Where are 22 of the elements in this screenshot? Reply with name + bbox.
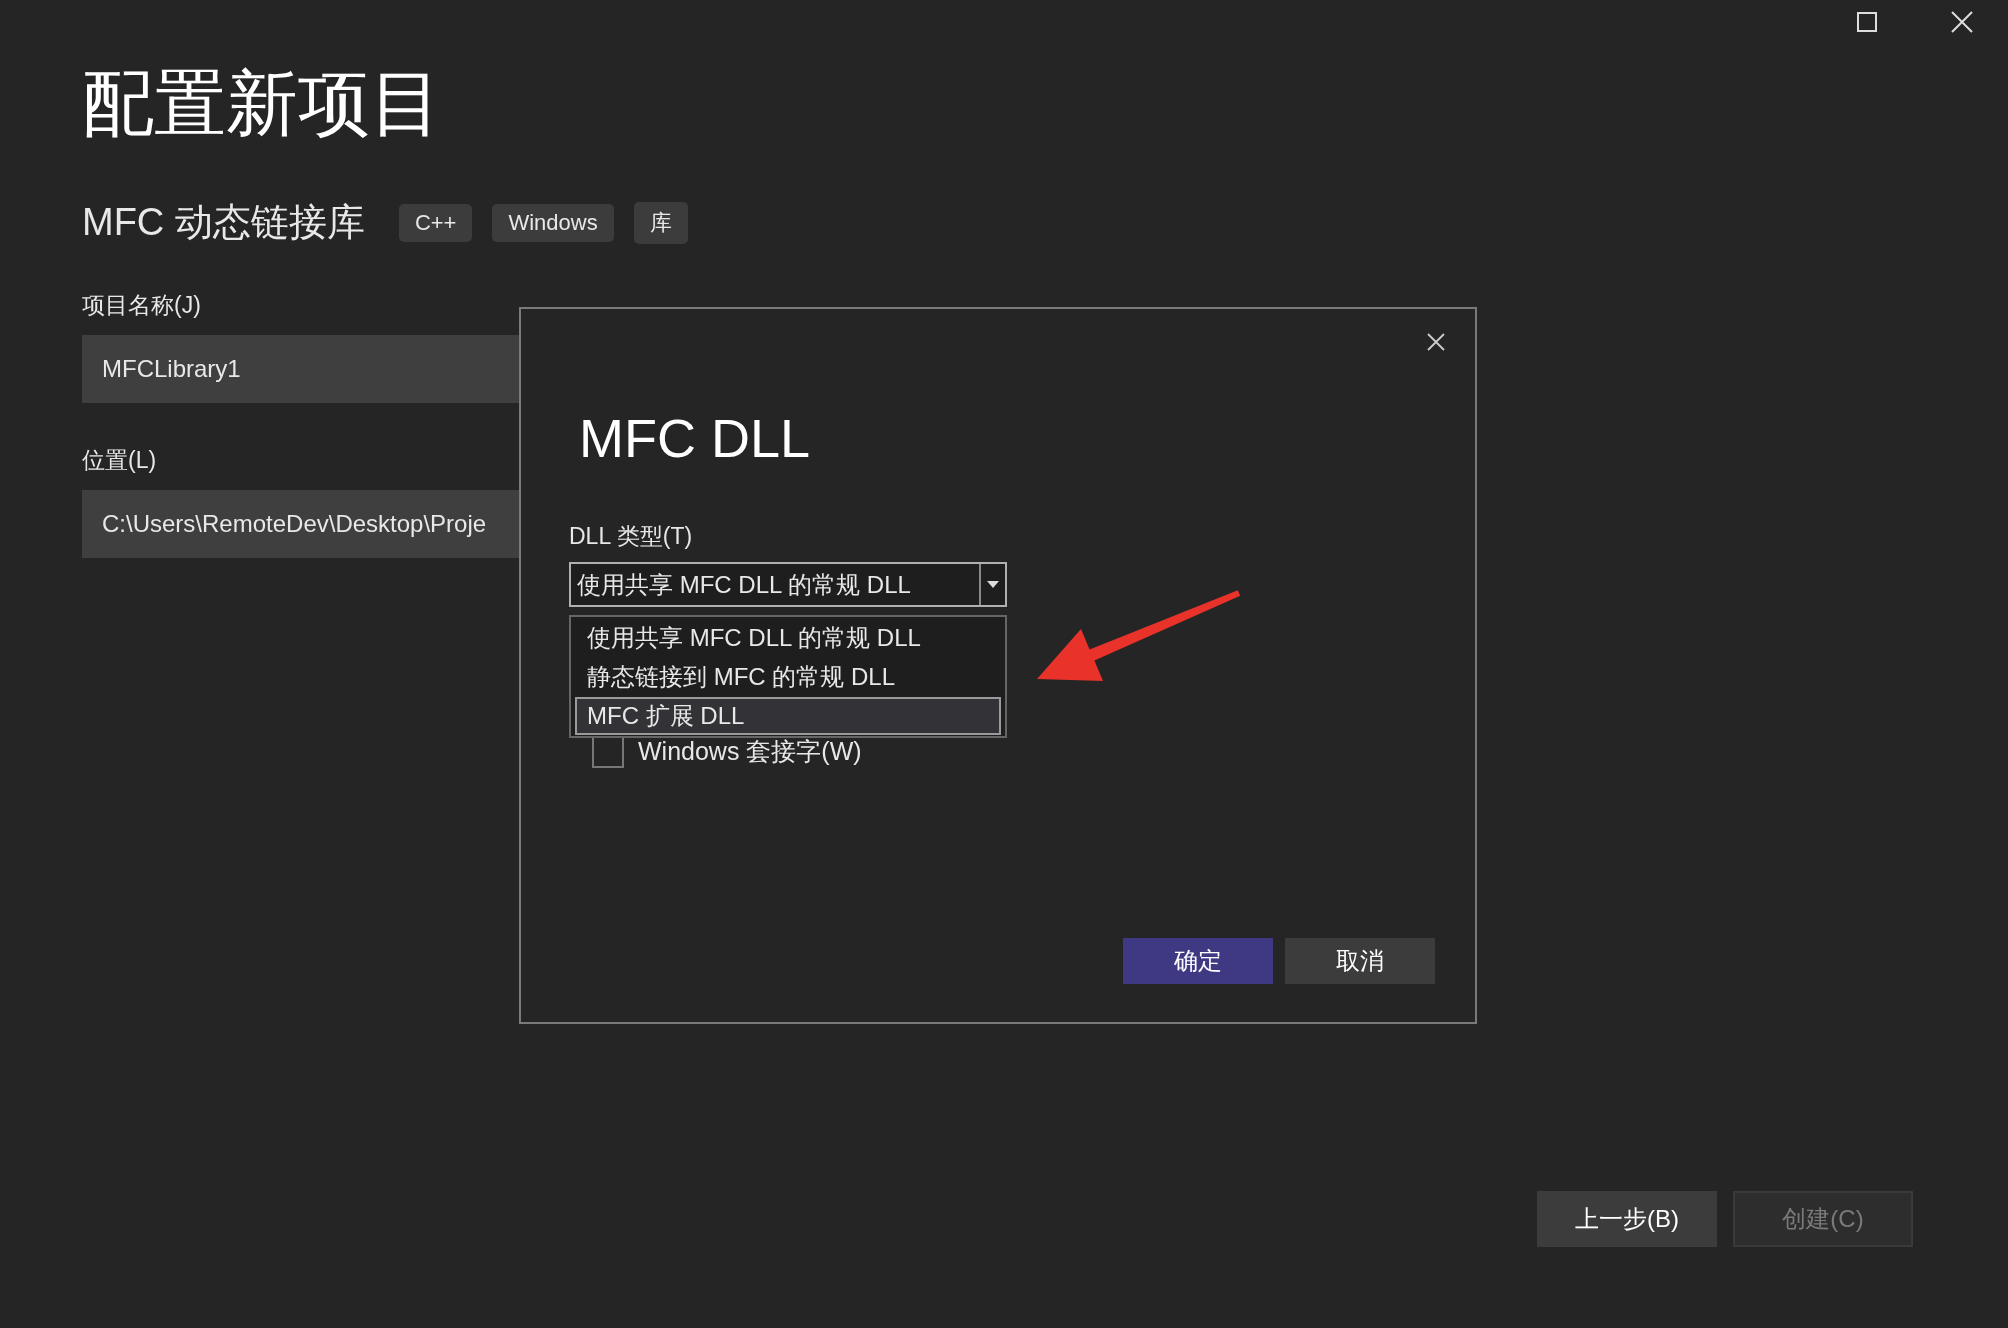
checkbox-label: Windows 套接字(W) <box>638 736 862 767</box>
tag: Windows <box>492 203 614 242</box>
field-label: 项目名称(J) <box>82 291 202 320</box>
back-button[interactable]: 上一步(B) <box>1537 1191 1717 1247</box>
field-label: DLL 类型(T) <box>569 522 694 551</box>
ok-button[interactable]: 确定 <box>1123 938 1273 984</box>
page-title: 配置新项目 <box>82 67 443 139</box>
tag: C++ <box>398 203 473 242</box>
dropdown[interactable]: 使用共享 MFC DLL 的常规 DLL <box>569 562 1007 607</box>
maximize-icon[interactable] <box>1857 12 1877 32</box>
close-icon[interactable] <box>1951 11 1973 33</box>
dropdown-option[interactable]: MFC 扩展 DLL <box>575 697 1001 735</box>
dropdown-option[interactable]: 静态链接到 MFC 的常规 DLL <box>575 658 1001 696</box>
dialog-title: MFC DLL <box>579 407 812 469</box>
tag: 库 <box>633 201 688 244</box>
dropdown-option[interactable]: 使用共享 MFC DLL 的常规 DLL <box>575 619 1001 657</box>
template-name: MFC 动态链接库 <box>82 200 365 245</box>
close-icon[interactable] <box>1427 333 1445 351</box>
checkbox[interactable] <box>592 735 624 768</box>
field-label: 位置(L) <box>82 446 158 475</box>
cancel-button[interactable]: 取消 <box>1285 938 1435 984</box>
caret-icon <box>987 581 999 588</box>
